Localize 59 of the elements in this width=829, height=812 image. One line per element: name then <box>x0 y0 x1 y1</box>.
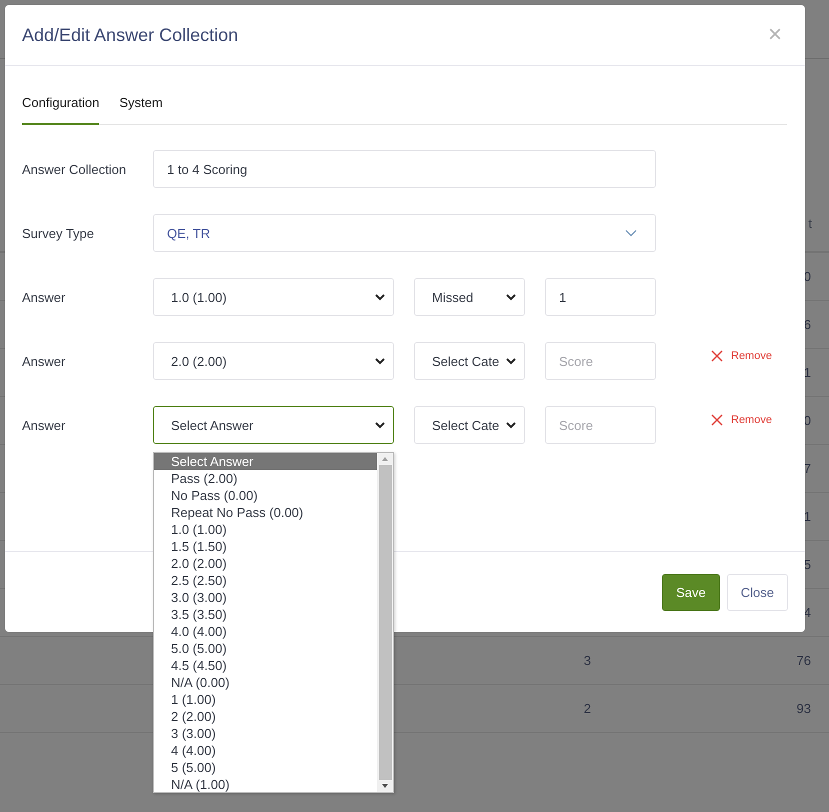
dropdown-option[interactable]: 2.5 (2.50) <box>154 572 377 589</box>
select-field[interactable]: Select Cate <box>414 406 525 444</box>
dropdown-option[interactable]: 2 (2.00) <box>154 708 377 725</box>
chevron-down-icon <box>375 422 385 428</box>
table-cell-text: 93 <box>796 701 812 716</box>
multiselect-field[interactable]: QE, TR <box>153 214 656 252</box>
table-cell-text: 76 <box>796 653 812 668</box>
table-cell-text: 1 <box>804 365 812 380</box>
close-button[interactable]: Close <box>726 574 788 610</box>
chevron-down-icon <box>506 294 516 300</box>
dropdown-option[interactable]: 5.0 (5.00) <box>154 640 377 657</box>
select-field[interactable]: 1.0 (1.00) <box>153 278 394 316</box>
dropdown-option[interactable]: No Pass (0.00) <box>154 487 377 504</box>
dropdown-option[interactable]: 1.0 (1.00) <box>154 521 377 538</box>
select-field[interactable]: Missed <box>414 278 525 316</box>
dropdown-option[interactable]: 4.5 (4.50) <box>154 657 377 674</box>
select-field[interactable]: Select Answer <box>153 406 394 444</box>
table-cell: 2 <box>584 701 591 716</box>
chevron-down-icon <box>625 229 637 237</box>
dropdown-option[interactable]: N/A (0.00) <box>154 674 377 691</box>
remove-button[interactable]: Remove <box>711 350 772 362</box>
dropdown-option[interactable]: 1.5 (1.50) <box>154 538 377 555</box>
chevron-down-icon <box>375 358 385 364</box>
field-label: Answer <box>22 290 66 304</box>
table-cell: 3 <box>584 653 591 668</box>
table-header: t <box>808 216 812 231</box>
select-field[interactable]: Select Cate <box>414 342 525 380</box>
dropdown-option[interactable]: Repeat No Pass (0.00) <box>154 504 377 521</box>
remove-button[interactable]: Remove <box>711 414 772 426</box>
dropdown-option[interactable]: 1 (1.00) <box>154 691 377 708</box>
table-cell-text: 1 <box>804 509 812 524</box>
save-button[interactable]: Save <box>662 574 720 610</box>
chevron-down-icon <box>506 358 516 364</box>
dropdown-option[interactable]: 3.5 (3.50) <box>154 606 377 623</box>
dropdown-option[interactable]: 4 (4.00) <box>154 742 377 759</box>
table-cell-text: 7 <box>804 461 812 476</box>
close-icon <box>711 350 723 362</box>
dropdown-option[interactable]: 4.0 (4.00) <box>154 623 377 640</box>
scrollbar[interactable] <box>377 453 393 792</box>
select-field[interactable]: 2.0 (2.00) <box>153 342 394 380</box>
dropdown-option[interactable]: 2.0 (2.00) <box>154 555 377 572</box>
dropdown-option[interactable]: 3.0 (3.00) <box>154 589 377 606</box>
field-label: Survey Type <box>22 226 96 240</box>
dropdown-option[interactable]: 3 (3.00) <box>154 725 377 742</box>
field-label: Answer <box>22 354 66 368</box>
chevron-down-icon <box>375 294 385 300</box>
chevron-down-icon <box>506 422 516 428</box>
close-icon <box>711 414 723 426</box>
dropdown-option[interactable]: N/A (1.00) <box>154 776 377 793</box>
dropdown-option[interactable]: Pass (2.00) <box>154 470 377 487</box>
input-field[interactable]: 1 <box>545 278 656 316</box>
dropdown-option[interactable]: 5 (5.00) <box>154 759 377 776</box>
dropdown-option[interactable]: Select Answer <box>154 453 377 470</box>
field-label: Answer Collection <box>22 162 128 176</box>
input-field[interactable]: 1 to 4 Scoring <box>153 150 656 188</box>
dialog-title: Add/Edit Answer Collection <box>22 24 238 46</box>
tab[interactable]: Configuration <box>22 90 100 125</box>
field-label: Answer <box>22 418 66 432</box>
tab[interactable]: System <box>119 90 163 125</box>
